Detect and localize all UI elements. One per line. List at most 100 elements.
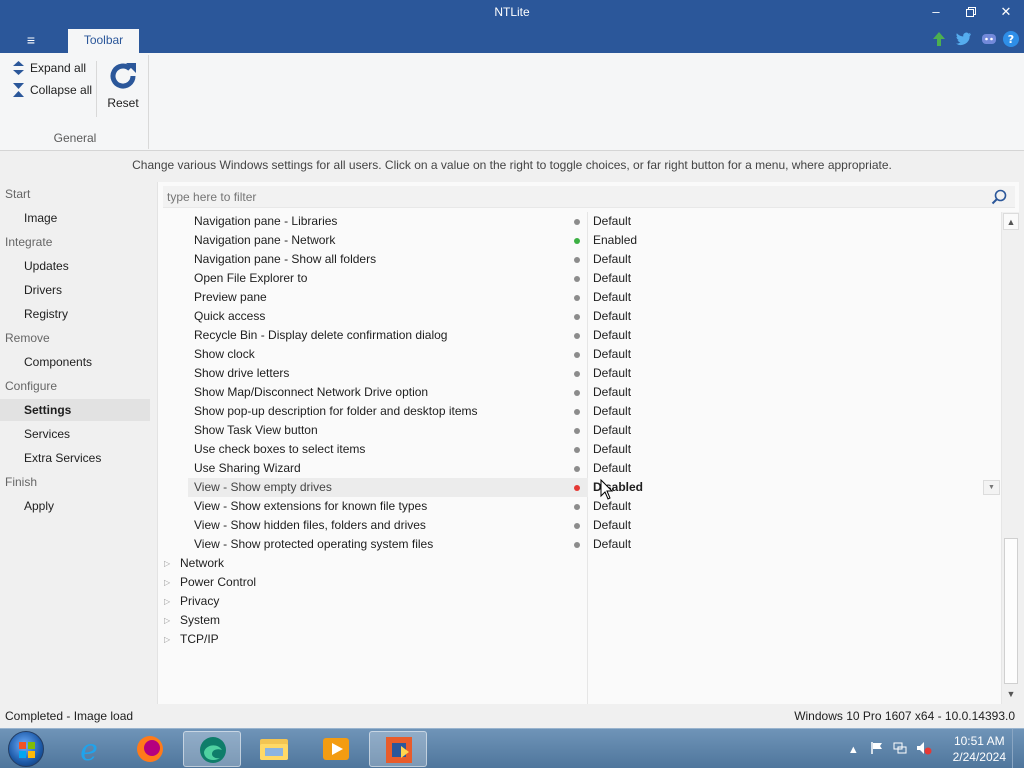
setting-value[interactable]: Default	[593, 307, 631, 326]
sidebar-item-configure[interactable]: Configure	[0, 375, 150, 397]
setting-value[interactable]: Default	[593, 535, 631, 554]
setting-value[interactable]: Default	[593, 440, 631, 459]
hamburger-menu-icon[interactable]: ≡	[16, 29, 46, 51]
setting-value[interactable]: Default	[593, 212, 631, 231]
setting-row[interactable]: View - Show extensions for known file ty…	[158, 497, 1002, 516]
media-player-icon[interactable]	[307, 731, 365, 767]
internet-explorer-icon[interactable]: e	[60, 731, 118, 768]
sidebar-item-updates[interactable]: Updates	[0, 255, 150, 277]
restore-button[interactable]	[956, 2, 986, 22]
setting-value[interactable]: Default	[593, 364, 631, 383]
close-button[interactable]: ✕	[991, 2, 1021, 22]
setting-value[interactable]: Default	[593, 516, 631, 535]
setting-name: Show clock	[194, 347, 255, 361]
sidebar-item-settings[interactable]: Settings	[0, 399, 150, 421]
help-icon[interactable]: ?	[1002, 30, 1020, 48]
volume-muted-icon[interactable]	[916, 741, 932, 755]
scroll-down-icon[interactable]: ▼	[1003, 686, 1019, 703]
scroll-thumb[interactable]	[1004, 538, 1018, 684]
setting-row[interactable]: Preview pane Default	[158, 288, 1002, 307]
show-desktop-button[interactable]	[1012, 729, 1024, 768]
setting-row[interactable]: View - Show hidden files, folders and dr…	[158, 516, 1002, 535]
ntlite-icon[interactable]	[369, 731, 427, 767]
network-icon[interactable]	[893, 741, 907, 755]
sidebar-item-apply[interactable]: Apply	[0, 495, 150, 517]
restore-icon	[966, 7, 976, 17]
setting-value[interactable]: Enabled	[593, 231, 637, 250]
update-arrow-icon[interactable]	[930, 30, 948, 48]
group-label: Privacy	[180, 594, 220, 608]
setting-row[interactable]: Show drive letters Default	[158, 364, 1002, 383]
expand-arrow-icon[interactable]: ▷	[164, 573, 170, 592]
status-dot-icon	[574, 523, 580, 529]
refresh-icon	[110, 63, 136, 89]
setting-row[interactable]: Use check boxes to select items Default	[158, 440, 1002, 459]
firefox-icon[interactable]	[121, 731, 179, 767]
edge-icon[interactable]	[183, 731, 241, 767]
setting-row[interactable]: Quick access Default	[158, 307, 1002, 326]
sidebar-item-integrate[interactable]: Integrate	[0, 231, 150, 253]
sidebar-item-extra-services[interactable]: Extra Services	[0, 447, 150, 469]
setting-row[interactable]: Show clock Default	[158, 345, 1002, 364]
status-message: Completed - Image load	[5, 709, 134, 723]
expand-arrow-icon[interactable]: ▷	[164, 611, 170, 630]
tab-toolbar[interactable]: Toolbar	[68, 29, 139, 53]
start-button[interactable]	[8, 731, 44, 767]
setting-value[interactable]: Default	[593, 345, 631, 364]
status-dot-icon	[574, 466, 580, 472]
setting-row[interactable]: Use Sharing Wizard Default	[158, 459, 1002, 478]
setting-row[interactable]: Navigation pane - Libraries Default	[158, 212, 1002, 231]
setting-row[interactable]: Open File Explorer to Default	[158, 269, 1002, 288]
setting-row[interactable]: View - Show empty drives Disabled ▼	[158, 478, 1002, 497]
expand-all-button[interactable]: Expand all	[12, 61, 86, 75]
setting-row[interactable]: Show Map/Disconnect Network Drive option…	[158, 383, 1002, 402]
setting-name: Preview pane	[194, 290, 267, 304]
window-title: NTLite	[494, 5, 530, 19]
setting-value[interactable]: Default	[593, 459, 631, 478]
sidebar-item-image[interactable]: Image	[0, 207, 150, 229]
reset-button[interactable]: Reset	[104, 59, 142, 110]
status-dot-icon	[574, 238, 580, 244]
setting-name: View - Show extensions for known file ty…	[194, 499, 428, 513]
setting-name: Show drive letters	[194, 366, 290, 380]
collapse-all-label: Collapse all	[30, 83, 93, 97]
twitter-icon[interactable]	[955, 30, 973, 48]
setting-value[interactable]: Default	[593, 269, 631, 288]
os-version: Windows 10 Pro 1607 x64 - 10.0.14393.0	[794, 709, 1015, 723]
sidebar-item-registry[interactable]: Registry	[0, 303, 150, 325]
setting-value[interactable]: Default	[593, 421, 631, 440]
setting-value[interactable]: Default	[593, 326, 631, 345]
action-center-flag-icon[interactable]	[870, 741, 884, 755]
sidebar-item-start[interactable]: Start	[0, 183, 150, 205]
taskbar-clock[interactable]: 10:51 AM 2/24/2024	[953, 733, 1006, 765]
discord-icon[interactable]	[980, 30, 998, 48]
sidebar-item-drivers[interactable]: Drivers	[0, 279, 150, 301]
sidebar-item-components[interactable]: Components	[0, 351, 150, 373]
value-menu-dropdown-icon[interactable]: ▼	[983, 480, 1000, 495]
vertical-scrollbar[interactable]: ▲ ▼	[1001, 212, 1019, 704]
expand-arrow-icon[interactable]: ▷	[164, 592, 170, 611]
setting-value[interactable]: Default	[593, 402, 631, 421]
sidebar-item-services[interactable]: Services	[0, 423, 150, 445]
minimize-button[interactable]: –	[921, 2, 951, 22]
settings-panel: Navigation pane - LibrariesDefaultNaviga…	[157, 182, 1019, 704]
expand-arrow-icon[interactable]: ▷	[164, 630, 170, 649]
setting-value[interactable]: Default	[593, 250, 631, 269]
search-icon[interactable]	[991, 189, 1007, 205]
tray-expand-icon[interactable]: ▲	[848, 744, 859, 756]
setting-value[interactable]: Default	[593, 288, 631, 307]
collapse-all-button[interactable]: Collapse all	[12, 83, 92, 97]
filter-input[interactable]	[167, 188, 967, 206]
setting-row[interactable]: Navigation pane - Network Enabled	[158, 231, 1002, 250]
setting-row[interactable]: Recycle Bin - Display delete confirmatio…	[158, 326, 1002, 345]
setting-row[interactable]: Navigation pane - Show all folders Defaul…	[158, 250, 1002, 269]
expand-arrow-icon[interactable]: ▷	[164, 554, 170, 573]
sidebar-item-finish[interactable]: Finish	[0, 471, 150, 493]
setting-row[interactable]: Show pop-up description for folder and d…	[158, 402, 1002, 421]
scroll-up-icon[interactable]: ▲	[1003, 213, 1019, 230]
sidebar-item-remove[interactable]: Remove	[0, 327, 150, 349]
file-explorer-icon[interactable]	[245, 731, 303, 767]
setting-value[interactable]: Default	[593, 383, 631, 402]
setting-row[interactable]: View - Show protected operating system f…	[158, 535, 1002, 554]
setting-row[interactable]: Show Task View button Default	[158, 421, 1002, 440]
